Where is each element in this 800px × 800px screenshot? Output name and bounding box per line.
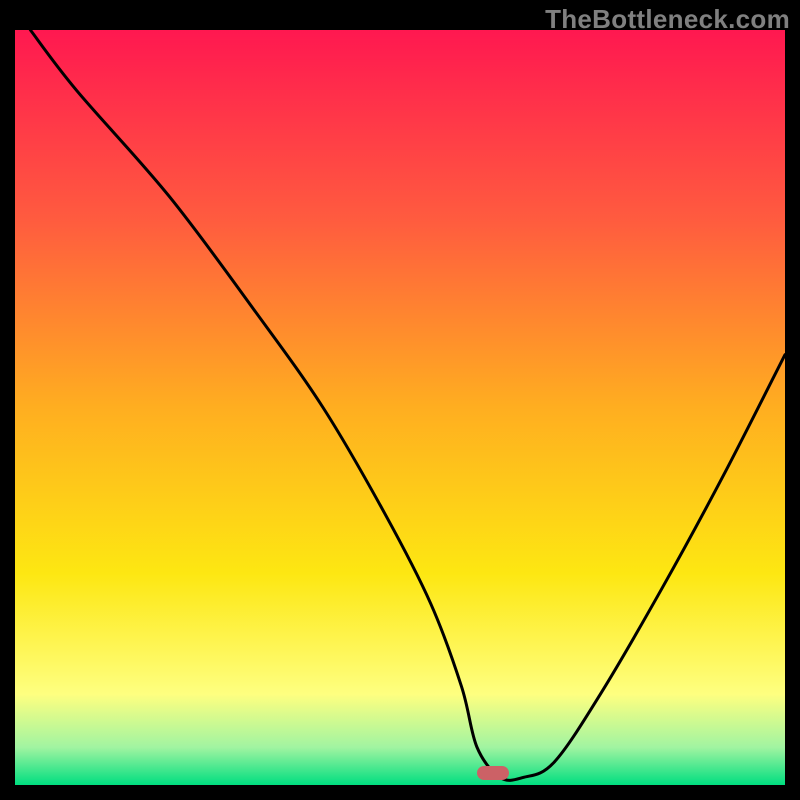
bottleneck-curve (0, 0, 800, 800)
watermark-text: TheBottleneck.com (545, 4, 790, 35)
optimal-point-marker (477, 766, 509, 780)
